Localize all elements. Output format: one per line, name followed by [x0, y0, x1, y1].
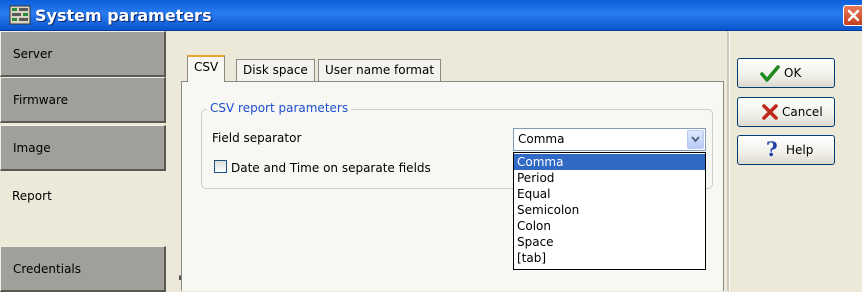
question-icon: ? — [766, 137, 778, 161]
field-separator-value: Comma — [518, 132, 565, 146]
sidebar-item-image[interactable]: Image — [0, 125, 166, 171]
option-equal[interactable]: Equal — [514, 186, 705, 202]
date-time-separate-label[interactable]: Date and Time on separate fields — [231, 161, 431, 175]
dropdown-button[interactable] — [687, 130, 704, 149]
date-time-separate-checkbox[interactable] — [214, 160, 227, 173]
option-semicolon[interactable]: Semicolon — [514, 202, 705, 218]
title-bar[interactable]: System parameters — [0, 0, 862, 31]
cancel-button[interactable]: Cancel — [737, 97, 835, 127]
separator-dropdown-list[interactable]: Comma Period Equal Semicolon Colon Space… — [513, 152, 706, 270]
x-icon — [762, 104, 778, 123]
field-separator-select[interactable]: Comma — [513, 128, 706, 151]
tab-user-name-format[interactable]: User name format — [318, 59, 442, 81]
window-title: System parameters — [35, 6, 212, 25]
help-button[interactable]: ? Help — [737, 135, 835, 165]
sidebar-item-credentials[interactable]: Credentials — [0, 246, 166, 292]
ok-label: OK — [784, 66, 802, 80]
sidebar-item-firmware[interactable]: Firmware — [0, 77, 166, 123]
field-separator-label: Field separator — [212, 131, 302, 145]
sidebar-item-report[interactable]: Report — [0, 174, 175, 220]
tab-csv[interactable]: CSV — [187, 55, 226, 82]
grid-settings-icon — [9, 5, 31, 25]
tab-disk-space[interactable]: Disk space — [236, 59, 315, 81]
option-period[interactable]: Period — [514, 170, 705, 186]
option-comma[interactable]: Comma — [514, 154, 705, 170]
sidebar-item-server[interactable]: Server — [0, 31, 166, 77]
group-title: CSV report parameters — [207, 101, 352, 115]
close-button[interactable] — [843, 5, 862, 26]
ok-button[interactable]: OK — [737, 58, 835, 88]
close-icon — [847, 9, 860, 22]
cancel-label: Cancel — [782, 105, 823, 119]
check-icon — [760, 65, 780, 86]
option-tab[interactable]: [tab] — [514, 250, 705, 266]
option-colon[interactable]: Colon — [514, 218, 705, 234]
divider — [727, 31, 730, 291]
sidebar: Server Firmware Image Report Credentials — [0, 31, 175, 292]
option-space[interactable]: Space — [514, 234, 705, 250]
help-label: Help — [786, 143, 814, 157]
chevron-down-icon — [691, 136, 700, 143]
